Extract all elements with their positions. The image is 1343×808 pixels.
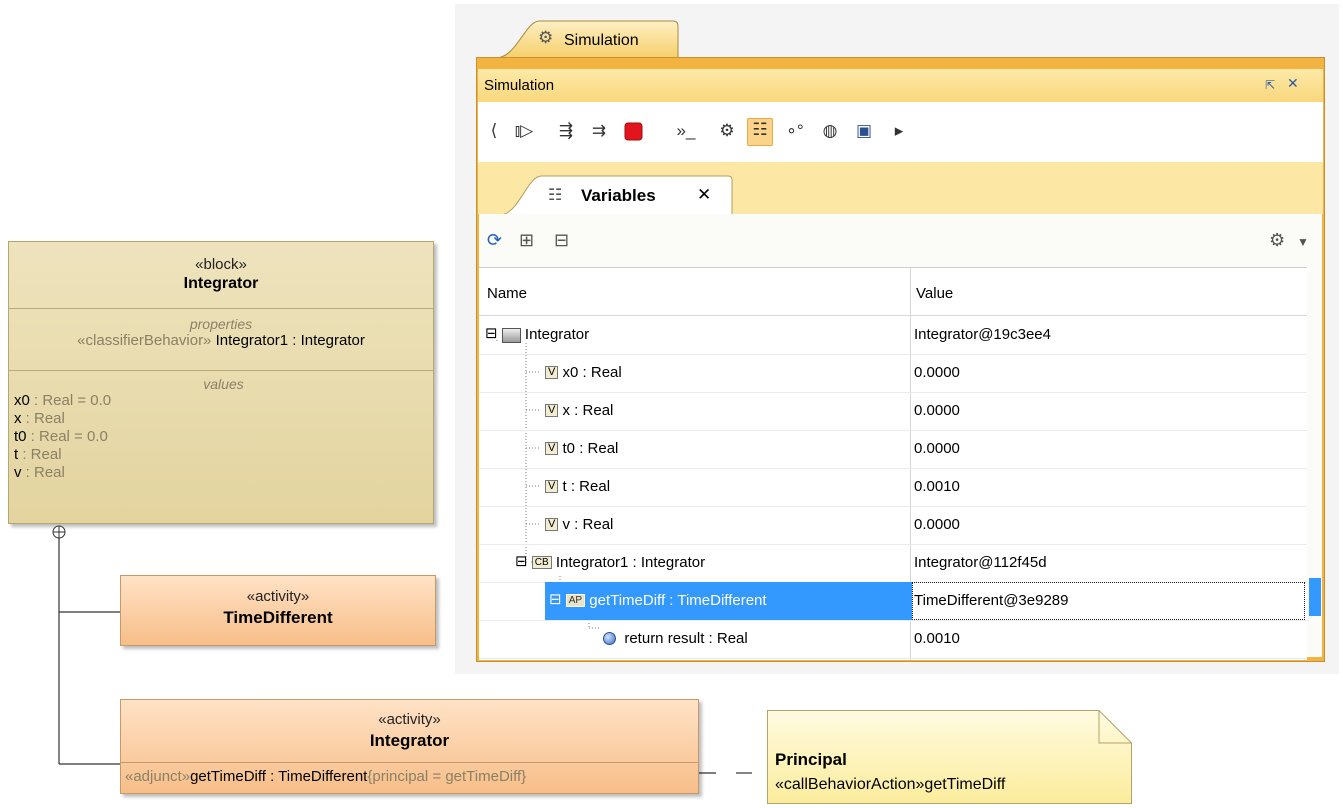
row-value: 0.0010 bbox=[914, 630, 960, 647]
collapse-icon[interactable]: ⊟ bbox=[515, 543, 528, 581]
tab-variables[interactable]: ☷ Variables ✕ bbox=[501, 175, 733, 215]
row-value: Integrator@19c3ee4 bbox=[914, 326, 1051, 343]
activity-stereotype: «activity» bbox=[246, 588, 310, 605]
value-property-icon: V bbox=[545, 517, 559, 531]
selection-extension bbox=[1309, 578, 1321, 616]
value-property-icon: V bbox=[545, 365, 559, 379]
panel-titlebar: Simulation ⇱ ✕ bbox=[478, 69, 1323, 102]
variables-toolbar: ⟳ ⊞ ⊟ ⚙ ▼ bbox=[479, 222, 1322, 262]
principal-note[interactable]: Principal «callBehaviorAction»getTimeDif… bbox=[767, 710, 1132, 804]
variables-view-icon[interactable]: ☷ bbox=[747, 118, 773, 146]
parameter-icon bbox=[603, 631, 616, 645]
simulation-settings-icon[interactable]: ⚙ bbox=[716, 120, 738, 142]
activity-integrator[interactable]: «activity» Integrator «adjunct»getTimeDi… bbox=[120, 699, 699, 794]
adjunct-property[interactable]: «adjunct»getTimeDiff : TimeDifferent{pri… bbox=[121, 762, 698, 793]
triggers-icon[interactable]: ◍ bbox=[819, 120, 841, 142]
scroll-right-icon[interactable]: ▸ bbox=[888, 120, 910, 142]
note-title: Principal bbox=[775, 750, 847, 769]
outer-tab-label: Simulation bbox=[564, 32, 639, 49]
row-value: 0.0000 bbox=[914, 440, 960, 457]
resume-icon[interactable]: ⫾▷ bbox=[513, 120, 535, 142]
variables-tab-label: Variables bbox=[581, 186, 656, 205]
activity-stereotype: «activity» bbox=[378, 711, 441, 728]
expand-all-icon[interactable]: ⊞ bbox=[519, 230, 534, 251]
variables-table: Name Value ⊟ Integrator Integrator@19c3e… bbox=[479, 267, 1307, 660]
activity-timedifferent[interactable]: «activity» TimeDifferent bbox=[120, 575, 436, 646]
refresh-icon[interactable]: ⟳ bbox=[487, 230, 502, 251]
collapse-all-icon[interactable]: ⊟ bbox=[554, 230, 569, 251]
chevron-down-icon[interactable]: ▼ bbox=[1297, 235, 1309, 249]
terminate-icon[interactable] bbox=[624, 122, 646, 144]
row-value: 0.0000 bbox=[914, 402, 960, 419]
row-value: 0.0010 bbox=[914, 478, 960, 495]
column-header-value[interactable]: Value bbox=[916, 285, 953, 302]
collapse-icon[interactable]: ⊟ bbox=[485, 315, 498, 353]
close-panel-icon[interactable]: ✕ bbox=[1287, 75, 1299, 92]
value-property-icon: V bbox=[545, 441, 559, 455]
row-value: 0.0000 bbox=[914, 364, 960, 381]
activity-name: Integrator bbox=[369, 731, 450, 750]
table-row[interactable]: V v : Real 0.0000 bbox=[479, 506, 1307, 545]
classifier-behavior-icon: CB bbox=[531, 555, 552, 569]
panel-title: Simulation bbox=[484, 77, 555, 94]
restore-icon[interactable]: ⇱ bbox=[1265, 78, 1275, 92]
row-value: 0.0000 bbox=[914, 516, 960, 533]
table-row[interactable]: V t : Real 0.0010 bbox=[479, 468, 1307, 507]
value-property-icon: V bbox=[545, 479, 559, 493]
export-icon[interactable]: ▣ bbox=[853, 120, 875, 142]
table-row[interactable]: V t0 : Real 0.0000 bbox=[479, 430, 1307, 469]
step-into-icon[interactable]: ⇶ bbox=[555, 120, 577, 142]
table-row-selected[interactable]: ⊟ AP getTimeDiff : TimeDifferent TimeDif… bbox=[479, 582, 1307, 621]
adjunct-property-icon: AP bbox=[565, 593, 586, 607]
value-property-icon: V bbox=[545, 403, 559, 417]
table-row[interactable]: ⊟ CB Integrator1 : Integrator Integrator… bbox=[479, 544, 1307, 583]
row-value: Integrator@112f45d bbox=[914, 554, 1047, 571]
options-gear-icon[interactable]: ⚙ bbox=[1269, 230, 1285, 251]
variables-icon: ☷ bbox=[548, 187, 563, 204]
table-row[interactable]: V x : Real 0.0000 bbox=[479, 392, 1307, 431]
step-over-icon[interactable]: ⇉ bbox=[588, 120, 610, 142]
breakpoints-icon[interactable]: ∘° bbox=[784, 120, 806, 142]
table-row[interactable]: ⊟ Integrator Integrator@19c3ee4 bbox=[479, 316, 1307, 355]
activity-name: TimeDifferent bbox=[223, 608, 333, 627]
note-text: «callBehaviorAction»getTimeDiff bbox=[775, 776, 1006, 793]
table-row[interactable]: V x0 : Real 0.0000 bbox=[479, 354, 1307, 393]
animation-speed-icon[interactable]: »_ bbox=[671, 120, 701, 142]
gear-icon: ⚙ bbox=[538, 28, 554, 47]
row-value: TimeDifferent@3e9289 bbox=[912, 582, 1305, 620]
simulation-toolbar: ⟨ ⫾▷ ⇶ ⇉ »_ ⚙ ☷ ∘° ◍ ▣ ▸ bbox=[478, 102, 1323, 162]
close-tab-icon[interactable]: ✕ bbox=[697, 185, 711, 205]
scroll-left-icon[interactable]: ⟨ bbox=[483, 120, 505, 142]
block-instance-icon bbox=[501, 327, 521, 343]
table-row[interactable]: return result : Real 0.0010 bbox=[479, 620, 1307, 659]
collapse-icon[interactable]: ⊟ bbox=[549, 581, 562, 619]
